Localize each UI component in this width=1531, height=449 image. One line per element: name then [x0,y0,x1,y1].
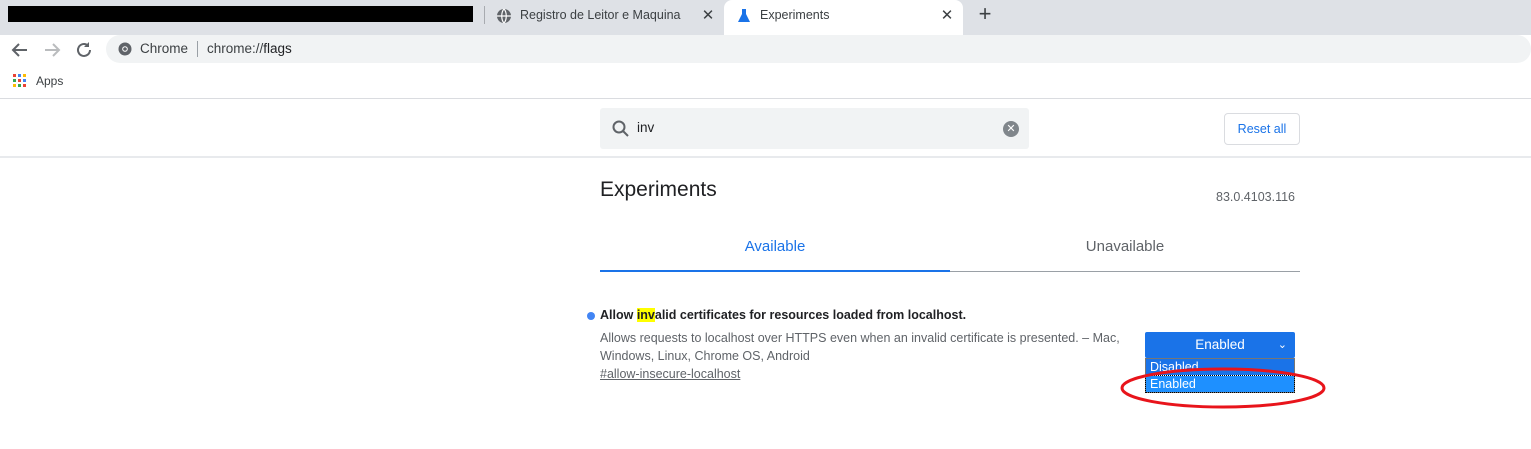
redacted-tab [8,6,473,22]
tab-unavailable[interactable]: Unavailable [950,226,1300,271]
page-title: Experiments [600,178,717,201]
title-prefix: Allow [600,308,637,322]
experiment-description: Allows requests to localhost over HTTPS … [600,331,1120,363]
clear-search-icon[interactable]: ✕ [1003,121,1019,137]
experiment-select[interactable]: Enabled ⌄ [1145,332,1295,358]
bookmarks-bar: Apps [0,65,1531,99]
flask-icon [738,9,750,22]
search-input[interactable]: inv [637,120,654,135]
version-label: 83.0.4103.116 [1216,190,1296,204]
site-chip: Chrome [140,41,189,56]
reload-icon[interactable] [73,39,95,61]
tab-available[interactable]: Available [600,226,950,272]
close-tab-icon[interactable]: ✕ [937,6,957,26]
tab-experiments[interactable]: Experiments ✕ [724,0,963,35]
select-value: Enabled [1195,337,1245,352]
reset-all-button[interactable]: Reset all [1224,113,1300,145]
chevron-down-icon: ⌄ [1277,339,1287,351]
tab-registro[interactable]: Registro de Leitor e Maquina ✕ [484,0,724,35]
experiment-permalink[interactable]: #allow-insecure-localhost [600,367,740,381]
search-icon [612,120,629,137]
annotation-circle [1120,367,1326,409]
flags-header: inv ✕ Reset all [0,100,1531,158]
back-icon[interactable] [9,39,31,61]
address-bar[interactable]: Chrome chrome://flags [106,35,1531,63]
url-path: flags [263,41,292,56]
chrome-icon [118,42,132,56]
close-tab-icon[interactable]: ✕ [698,6,718,26]
search-match-highlight: inv [636,308,655,322]
flags-tabs: Available Unavailable [600,226,1300,272]
apps-bookmark[interactable]: Apps [36,74,63,88]
omnibox-divider [197,41,198,57]
forward-icon[interactable] [41,39,63,61]
toolbar: Chrome chrome://flags [0,35,1531,65]
url-scheme: chrome:// [207,41,264,56]
tab-label: Registro de Leitor e Maquina [520,8,681,22]
globe-icon [497,8,511,24]
experiment-title: Allow invalid certificates for resources… [600,308,966,322]
apps-grid-icon[interactable] [13,74,26,87]
modified-indicator [587,312,595,320]
search-field[interactable]: inv ✕ [600,108,1029,149]
tab-label: Experiments [760,8,830,22]
url-text: chrome://flags [207,41,292,56]
title-suffix: alid certificates for resources loaded f… [654,308,967,322]
new-tab-button[interactable]: + [973,3,997,27]
tab-strip: Registro de Leitor e Maquina ✕ Experimen… [0,0,1531,35]
